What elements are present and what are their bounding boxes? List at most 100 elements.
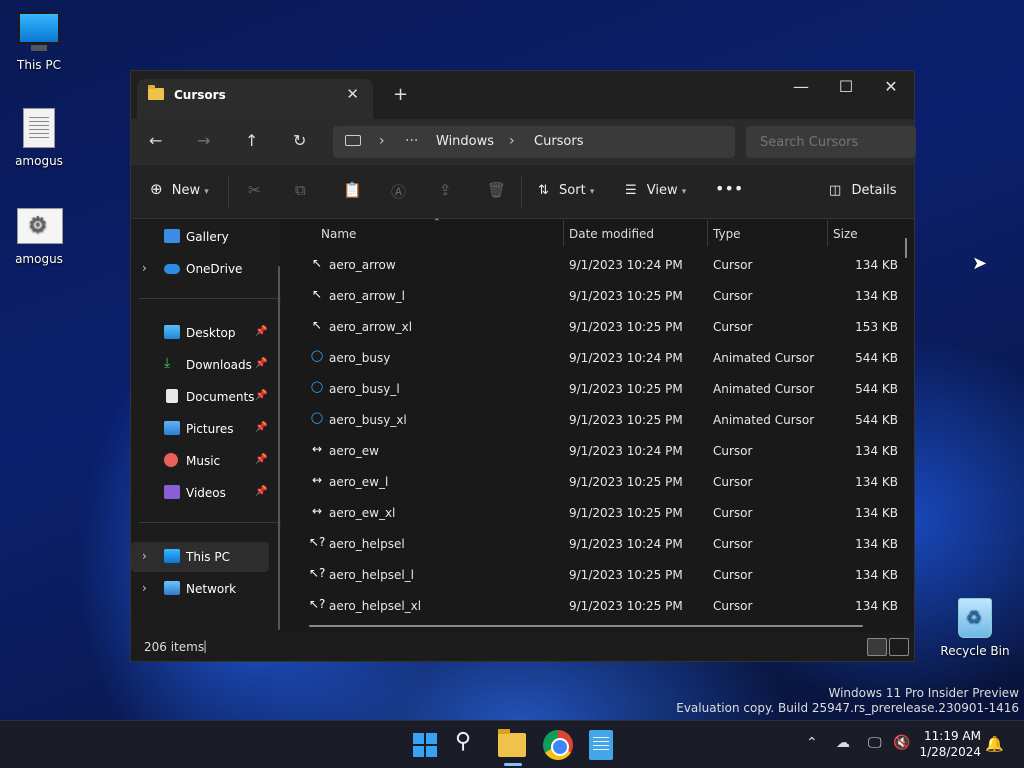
- column-header-name[interactable]: Name: [321, 227, 356, 241]
- file-row[interactable]: ↔ aero_ew_xl 9/1/2023 10:25 PM Cursor 134 KB: [291, 498, 902, 529]
- chevron-right-icon[interactable]: ›: [142, 549, 147, 563]
- file-row[interactable]: ◯ aero_busy_l 9/1/2023 10:25 PM Animated Cu…: [291, 374, 902, 405]
- view-button[interactable]: ☰ View ▾: [625, 183, 686, 198]
- sort-button[interactable]: ⇅ Sort ▾: [538, 183, 594, 198]
- text-file-icon: [17, 106, 61, 150]
- minimize-button[interactable]: —: [778, 77, 824, 96]
- close-tab-icon[interactable]: ✕: [346, 85, 359, 103]
- details-button[interactable]: ◫ Details: [829, 183, 897, 198]
- sidebar-item-gallery[interactable]: Gallery: [131, 222, 269, 252]
- sidebar-item-pictures[interactable]: Pictures 📌: [131, 414, 269, 444]
- documents-icon: [166, 389, 178, 403]
- column-separator[interactable]: [707, 220, 708, 246]
- file-size: 544 KB: [855, 382, 898, 396]
- pictures-icon: [164, 421, 180, 435]
- file-row[interactable]: ↖ aero_arrow_l 9/1/2023 10:25 PM Cursor 134 …: [291, 281, 902, 312]
- notepad-taskbar-icon[interactable]: [589, 730, 613, 760]
- breadcrumb-windows[interactable]: Windows: [436, 134, 494, 149]
- file-row[interactable]: ↖? aero_helpsel_xl 9/1/2023 10:25 PM Cursor…: [291, 591, 902, 622]
- file-size: 134 KB: [855, 599, 898, 613]
- search-input[interactable]: [746, 126, 916, 158]
- horizontal-scrollbar[interactable]: [309, 625, 863, 627]
- file-name: aero_helpsel: [329, 537, 405, 551]
- delete-icon[interactable]: 🗑: [487, 181, 506, 199]
- column-header-type[interactable]: Type: [713, 227, 741, 241]
- paste-icon[interactable]: 📋: [343, 181, 362, 199]
- desktop-icon-amogus-text[interactable]: amogus: [0, 106, 78, 168]
- column-header-size[interactable]: Size: [833, 227, 858, 241]
- desktop-icon-recycle-bin[interactable]: ♻ Recycle Bin: [936, 596, 1014, 658]
- column-separator[interactable]: [827, 220, 828, 246]
- cursor-file-icon: ↔: [311, 442, 323, 456]
- sidebar-item-documents[interactable]: Documents 📌: [131, 382, 269, 412]
- refresh-button[interactable]: ↻: [293, 131, 306, 150]
- back-button[interactable]: ←: [149, 131, 162, 150]
- sidebar-divider: [139, 522, 281, 523]
- cut-icon[interactable]: ✂: [248, 181, 261, 199]
- breadcrumb-cursors[interactable]: Cursors: [534, 134, 584, 149]
- up-button[interactable]: ↑: [245, 131, 258, 150]
- file-row[interactable]: ↖ aero_arrow_xl 9/1/2023 10:25 PM Cursor 153…: [291, 312, 902, 343]
- file-row[interactable]: ↖ aero_arrow 9/1/2023 10:24 PM Cursor 134 KB: [291, 250, 902, 281]
- plus-circle-icon: ⊕: [150, 180, 163, 198]
- file-list: ⌃ Name Date modified Type Size ↖ aero_arr…: [291, 218, 914, 633]
- close-window-button[interactable]: ✕: [868, 77, 914, 96]
- sidebar-item-videos[interactable]: Videos 📌: [131, 478, 269, 508]
- sidebar-item-network[interactable]: › Network: [131, 574, 269, 604]
- new-button[interactable]: ⊕ New ▾: [150, 180, 209, 198]
- maximize-button[interactable]: ☐: [823, 77, 869, 96]
- rename-icon[interactable]: Ⓐ: [391, 181, 406, 202]
- sidebar-scrollbar[interactable]: [278, 266, 280, 630]
- file-row[interactable]: ↖? aero_helpsel 9/1/2023 10:24 PM Cursor 134…: [291, 529, 902, 560]
- details-view-button[interactable]: [867, 638, 887, 656]
- desktop-icon-amogus-settings[interactable]: ⚙ amogus: [0, 204, 78, 266]
- file-row[interactable]: ↔ aero_ew 9/1/2023 10:24 PM Cursor 134 KB: [291, 436, 902, 467]
- sidebar-item-onedrive[interactable]: › OneDrive: [131, 254, 269, 284]
- show-hidden-icons-icon[interactable]: ⌃: [806, 735, 818, 751]
- address-bar[interactable]: › ··· Windows › Cursors: [333, 126, 735, 158]
- sidebar-item-label: Music: [186, 454, 221, 468]
- start-button[interactable]: [411, 730, 441, 760]
- chevron-right-icon[interactable]: ›: [142, 581, 147, 595]
- details-pane-icon: ◫: [829, 183, 842, 198]
- network-icon[interactable]: 🖵: [868, 735, 882, 751]
- volume-muted-icon[interactable]: 🔇: [893, 735, 910, 751]
- navigation-bar: ← → ↑ ↻ › ··· Windows › Cursors: [131, 119, 916, 165]
- column-header-date[interactable]: Date modified: [569, 227, 654, 241]
- file-explorer-taskbar-icon[interactable]: [498, 729, 526, 757]
- sidebar-item-music[interactable]: Music 📌: [131, 446, 269, 476]
- file-name: aero_arrow: [329, 258, 396, 272]
- more-options-icon[interactable]: •••: [715, 179, 743, 198]
- chevron-right-icon[interactable]: ›: [142, 261, 147, 275]
- vertical-scrollbar[interactable]: [905, 238, 907, 258]
- desktop-icon-label: amogus: [15, 154, 63, 168]
- desktop-icon-this-pc[interactable]: This PC: [0, 10, 78, 72]
- new-tab-button[interactable]: +: [393, 84, 408, 105]
- sidebar-item-this-pc[interactable]: › This PC: [131, 542, 269, 572]
- file-size: 134 KB: [855, 568, 898, 582]
- more-breadcrumbs-icon[interactable]: ···: [405, 133, 418, 149]
- large-icons-view-button[interactable]: [889, 638, 909, 656]
- sidebar-item-desktop[interactable]: Desktop 📌: [131, 318, 269, 348]
- notification-bell-icon[interactable]: 🔔: [985, 735, 1004, 753]
- sidebar-item-label: Downloads: [186, 358, 252, 372]
- file-name: aero_helpsel_xl: [329, 599, 422, 613]
- music-icon: [164, 453, 178, 467]
- file-row[interactable]: ◯ aero_busy 9/1/2023 10:24 PM Animated Curs…: [291, 343, 902, 374]
- system-clock[interactable]: 11:19 AM 1/28/2024: [919, 728, 981, 760]
- file-size: 134 KB: [855, 475, 898, 489]
- file-date: 9/1/2023 10:25 PM: [569, 413, 683, 427]
- file-row[interactable]: ◯ aero_busy_xl 9/1/2023 10:25 PM Animated C…: [291, 405, 902, 436]
- sort-button-label: Sort: [559, 183, 586, 198]
- onedrive-offline-icon[interactable]: ☁: [836, 735, 850, 751]
- search-icon[interactable]: ⚲: [455, 729, 485, 759]
- share-icon[interactable]: ⇪: [439, 181, 452, 199]
- chrome-taskbar-icon[interactable]: [543, 730, 573, 760]
- sidebar-item-downloads[interactable]: ⤓ Downloads 📌: [131, 350, 269, 380]
- copy-icon[interactable]: ⧉: [295, 181, 306, 199]
- file-row[interactable]: ↖? aero_helpsel_l 9/1/2023 10:25 PM Cursor 1…: [291, 560, 902, 591]
- file-row[interactable]: ↔ aero_ew_l 9/1/2023 10:25 PM Cursor 134 KB: [291, 467, 902, 498]
- forward-button[interactable]: →: [197, 131, 210, 150]
- column-separator[interactable]: [563, 220, 564, 246]
- tab-cursors[interactable]: Cursors ✕: [137, 79, 373, 119]
